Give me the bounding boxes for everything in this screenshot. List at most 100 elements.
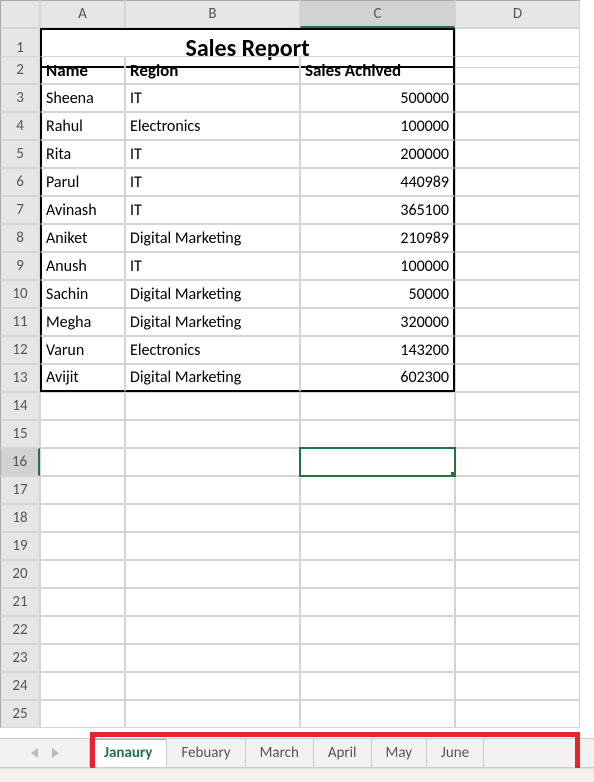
cell-C20[interactable] [300, 560, 455, 588]
cell-C21[interactable] [300, 588, 455, 616]
cell-region[interactable]: IT [125, 168, 300, 196]
cell-region[interactable]: Digital Marketing [125, 364, 300, 392]
cell-C25[interactable] [300, 700, 455, 728]
row-header-21[interactable]: 21 [0, 588, 40, 616]
cell-D8[interactable] [455, 224, 580, 252]
cell-name[interactable]: Megha [40, 308, 125, 336]
col-header-C[interactable]: C [300, 0, 455, 28]
cell-C22[interactable] [300, 616, 455, 644]
cell-sales[interactable]: 210989 [300, 224, 455, 252]
cell-A16[interactable] [40, 448, 125, 476]
row-header-24[interactable]: 24 [0, 672, 40, 700]
cell-A14[interactable] [40, 392, 125, 420]
cell-name[interactable]: Aniket [40, 224, 125, 252]
cell-sales[interactable]: 320000 [300, 308, 455, 336]
row-header-16[interactable]: 16 [0, 448, 40, 476]
cell-region[interactable]: IT [125, 84, 300, 112]
cell-D10[interactable] [455, 280, 580, 308]
cell-sales[interactable]: 440989 [300, 168, 455, 196]
row-header-9[interactable]: 9 [0, 252, 40, 280]
cell-B25[interactable] [125, 700, 300, 728]
tab-june[interactable]: June [426, 739, 484, 767]
row-header-7[interactable]: 7 [0, 196, 40, 224]
cell-B16[interactable] [125, 448, 300, 476]
row-header-5[interactable]: 5 [0, 140, 40, 168]
cell-C24[interactable] [300, 672, 455, 700]
cell-A19[interactable] [40, 532, 125, 560]
row-header-23[interactable]: 23 [0, 644, 40, 672]
row-header-15[interactable]: 15 [0, 420, 40, 448]
cell-A21[interactable] [40, 588, 125, 616]
cell-A17[interactable] [40, 476, 125, 504]
row-header-19[interactable]: 19 [0, 532, 40, 560]
cell-name[interactable]: Rahul [40, 112, 125, 140]
spreadsheet-grid[interactable]: A B C D 1 Sales Report 2 Name Region Sal… [0, 0, 594, 728]
header-name[interactable]: Name [40, 56, 125, 84]
cell-region[interactable]: IT [125, 140, 300, 168]
cell-B19[interactable] [125, 532, 300, 560]
cell-D20[interactable] [455, 560, 580, 588]
cell-D7[interactable] [455, 196, 580, 224]
cell-name[interactable]: Avijit [40, 364, 125, 392]
header-region[interactable]: Region [125, 56, 300, 84]
cell-sales[interactable]: 200000 [300, 140, 455, 168]
tab-may[interactable]: May [371, 739, 428, 767]
row-header-12[interactable]: 12 [0, 336, 40, 364]
cell-D22[interactable] [455, 616, 580, 644]
cell-name[interactable]: Anush [40, 252, 125, 280]
cell-region[interactable]: IT [125, 196, 300, 224]
cell-A20[interactable] [40, 560, 125, 588]
row-header-2[interactable]: 2 [0, 56, 40, 84]
cell-D21[interactable] [455, 588, 580, 616]
cell-region[interactable]: Digital Marketing [125, 280, 300, 308]
tab-april[interactable]: April [313, 739, 372, 767]
cell-A22[interactable] [40, 616, 125, 644]
col-header-D[interactable]: D [455, 0, 580, 28]
cell-B14[interactable] [125, 392, 300, 420]
cell-D6[interactable] [455, 168, 580, 196]
cell-D25[interactable] [455, 700, 580, 728]
tab-next-icon[interactable] [52, 748, 59, 758]
cell-region[interactable]: IT [125, 252, 300, 280]
row-header-18[interactable]: 18 [0, 504, 40, 532]
cell-D24[interactable] [455, 672, 580, 700]
cell-B15[interactable] [125, 420, 300, 448]
cell-B17[interactable] [125, 476, 300, 504]
active-cell[interactable] [300, 448, 455, 476]
tab-march[interactable]: March [245, 739, 314, 767]
col-header-A[interactable]: A [40, 0, 125, 28]
cell-region[interactable]: Electronics [125, 112, 300, 140]
select-all-corner[interactable] [0, 0, 40, 28]
cell-region[interactable]: Electronics [125, 336, 300, 364]
cell-B22[interactable] [125, 616, 300, 644]
cell-D3[interactable] [455, 84, 580, 112]
row-header-4[interactable]: 4 [0, 112, 40, 140]
row-header-10[interactable]: 10 [0, 280, 40, 308]
cell-C23[interactable] [300, 644, 455, 672]
row-header-6[interactable]: 6 [0, 168, 40, 196]
row-header-22[interactable]: 22 [0, 616, 40, 644]
row-header-11[interactable]: 11 [0, 308, 40, 336]
cell-B23[interactable] [125, 644, 300, 672]
header-sales[interactable]: Sales Achived [300, 56, 455, 84]
cell-D11[interactable] [455, 308, 580, 336]
cell-sales[interactable]: 365100 [300, 196, 455, 224]
tab-january[interactable]: Janaury [89, 739, 167, 767]
col-header-B[interactable]: B [125, 0, 300, 28]
cell-D15[interactable] [455, 420, 580, 448]
cell-D19[interactable] [455, 532, 580, 560]
cell-A23[interactable] [40, 644, 125, 672]
cell-C17[interactable] [300, 476, 455, 504]
cell-B20[interactable] [125, 560, 300, 588]
cell-region[interactable]: Digital Marketing [125, 224, 300, 252]
cell-C19[interactable] [300, 532, 455, 560]
horizontal-scrollbar[interactable] [0, 768, 594, 782]
cell-A15[interactable] [40, 420, 125, 448]
cell-B24[interactable] [125, 672, 300, 700]
cell-D13[interactable] [455, 364, 580, 392]
cell-B18[interactable] [125, 504, 300, 532]
cell-C18[interactable] [300, 504, 455, 532]
cell-region[interactable]: Digital Marketing [125, 308, 300, 336]
row-header-20[interactable]: 20 [0, 560, 40, 588]
cell-C15[interactable] [300, 420, 455, 448]
